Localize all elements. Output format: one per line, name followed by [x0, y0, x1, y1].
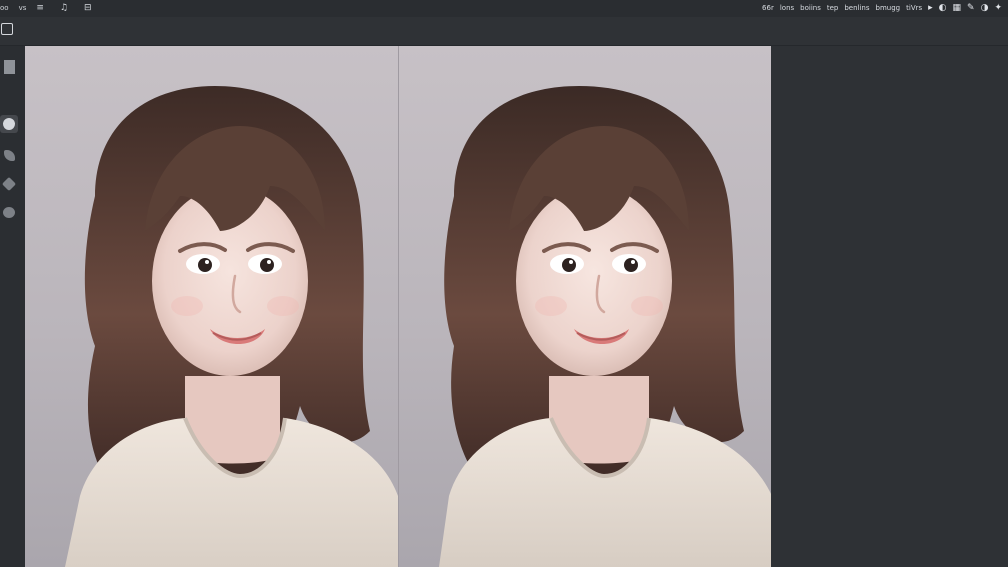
blob-icon: [3, 206, 15, 218]
brush-icon[interactable]: ✎: [967, 2, 975, 14]
menu-right-item-3[interactable]: boiins: [800, 2, 821, 14]
settings-icon[interactable]: ✦: [994, 2, 1002, 14]
layers-icon[interactable]: ▦: [953, 2, 962, 14]
menu-item-1[interactable]: oo: [0, 2, 9, 14]
square-icon: [3, 60, 15, 74]
tool-options-icon[interactable]: [1, 23, 13, 35]
leaf-tool-button[interactable]: [0, 146, 18, 164]
menu-left: oo vs ≡ ♫ ⊟: [0, 2, 108, 14]
menu-right: 66r lons boiins tep benlins bmugg tiVrs …: [762, 2, 1002, 14]
portrait-right: [439, 86, 772, 567]
menu-right-item-7[interactable]: tiVrs: [906, 2, 922, 14]
right-panel: [771, 46, 1008, 567]
diamond-icon: [1, 176, 17, 192]
canvas[interactable]: [25, 46, 772, 567]
menu-glyph-1[interactable]: ≡: [36, 2, 44, 14]
toggle-icon[interactable]: ◑: [981, 2, 989, 14]
menu-item-2[interactable]: vs: [19, 2, 27, 14]
cursor-icon[interactable]: ▸: [928, 2, 933, 14]
menubar: oo vs ≡ ♫ ⊟ 66r lons boiins tep benlins …: [0, 0, 1008, 17]
menu-right-item-4[interactable]: tep: [827, 2, 839, 14]
square-tool-button[interactable]: [0, 58, 18, 76]
options-bar: [0, 17, 1008, 46]
portrait-left: [65, 86, 398, 567]
image-panel-right[interactable]: [398, 46, 772, 567]
menu-right-item-1[interactable]: 66r: [762, 2, 774, 14]
image-panel-left[interactable]: [25, 46, 398, 567]
menu-right-item-6[interactable]: bmugg: [876, 2, 901, 14]
menu-glyph-2[interactable]: ♫: [60, 2, 68, 14]
menu-right-item-2[interactable]: lons: [780, 2, 794, 14]
menu-glyph-3[interactable]: ⊟: [84, 2, 92, 14]
blob-tool-button[interactable]: [0, 203, 18, 221]
diamond-tool-button[interactable]: [0, 175, 18, 193]
toolbar: [0, 46, 25, 567]
mode-icon[interactable]: ◐: [939, 2, 947, 14]
circle-icon: [3, 118, 15, 130]
menu-right-item-5[interactable]: benlins: [844, 2, 869, 14]
leaf-icon: [3, 149, 15, 161]
brush-tool-button[interactable]: [0, 115, 18, 133]
